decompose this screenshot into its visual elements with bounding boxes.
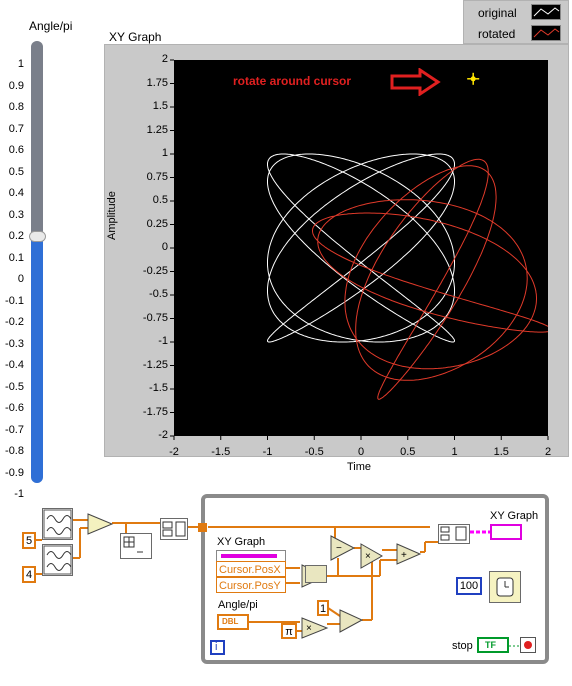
frequency-constant-4[interactable]: 4 (22, 566, 36, 583)
xy-graph-terminal-label: XY Graph (490, 510, 539, 522)
axis-ticks-svg (170, 59, 549, 440)
angle-terminal[interactable]: DBL (217, 614, 249, 630)
dbl-type-label: DBL (222, 617, 239, 626)
stop-terminal[interactable]: TF (477, 637, 509, 653)
wait-timer-icon[interactable] (489, 571, 521, 603)
compound-node[interactable] (305, 565, 327, 583)
cursor-posx-property[interactable]: Cursor.PosX (216, 561, 286, 577)
stop-condition-icon[interactable] (520, 637, 536, 653)
stop-terminal-label: stop (452, 640, 473, 652)
frequency-constant-5[interactable]: 5 (22, 532, 36, 549)
cursor-posy-property[interactable]: Cursor.PosY (216, 577, 286, 593)
xy-graph-node-label: XY Graph (217, 536, 266, 548)
angle-terminal-label: Angle/pi (218, 599, 258, 611)
loop-iteration-terminal: i (210, 640, 225, 655)
loop-index-label: i (215, 641, 218, 653)
constant-1[interactable]: 1 (317, 600, 329, 616)
pi-constant[interactable]: π (281, 623, 297, 639)
wait-constant-100[interactable]: 100 (456, 577, 482, 595)
arrow-icon (390, 68, 441, 96)
shift-register (198, 523, 207, 532)
annotation-text: rotate around cursor (233, 74, 352, 88)
bundle-output-node[interactable] (438, 524, 470, 544)
sine-pattern-icon[interactable] (42, 544, 73, 576)
tf-type-label: TF (485, 640, 496, 650)
build-array-node[interactable] (120, 533, 152, 559)
bundle-node[interactable] (160, 518, 188, 540)
xy-graph-terminal[interactable] (490, 524, 522, 540)
sine-pattern-icon[interactable] (42, 508, 73, 540)
